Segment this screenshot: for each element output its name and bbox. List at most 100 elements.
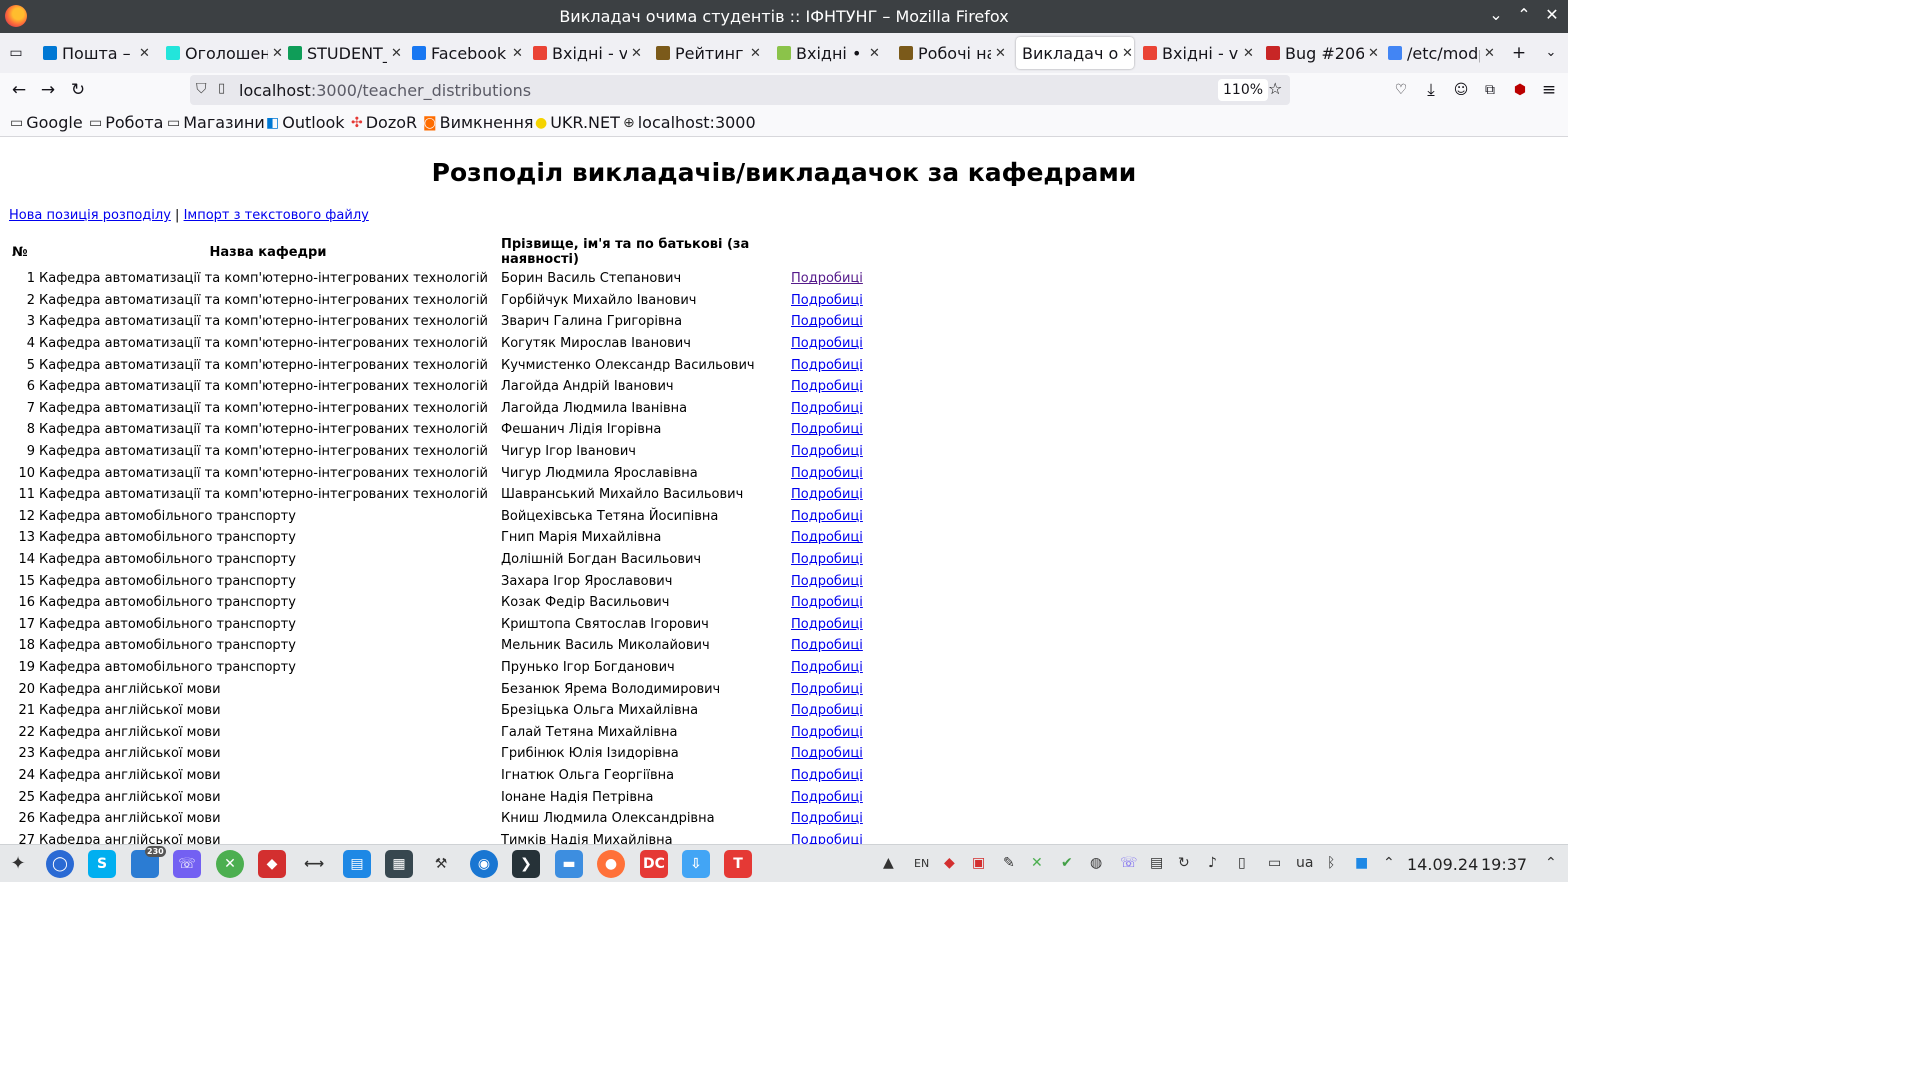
tab-1[interactable]: Пошта – Verkhovyna ✕ [43,37,151,69]
details-link[interactable]: Подробиці [791,703,863,718]
tab-close-icon[interactable]: ✕ [139,46,151,61]
url-text[interactable]: localhost:3000/teacher_distributions [239,81,531,100]
back-icon[interactable]: ← [8,79,30,101]
details-link[interactable]: Подробиці [791,682,863,697]
details-link[interactable]: Подробиці [791,746,863,761]
details-link[interactable]: Подробиці [791,358,863,373]
bookmark-star-icon[interactable]: ☆ [1268,79,1282,98]
pocket-icon[interactable]: ♡ [1390,79,1412,101]
bookmark-item[interactable]: ▭ Магазини [167,113,265,132]
details-link[interactable]: Подробиці [791,444,863,459]
tab-close-icon[interactable]: ✕ [995,46,1007,61]
tab-5[interactable]: Вхідні - vlad ✕ [533,37,643,69]
files-icon[interactable]: ▬ [555,850,583,878]
crossover-icon[interactable]: ✕ [216,850,244,878]
clock-date[interactable]: 14.09.24 [1407,855,1478,874]
bookmark-item[interactable]: ▭ Робота [89,113,163,132]
tab-3[interactable]: STUDENT_Main ✕ [288,37,403,69]
tray-dc-icon[interactable]: ▣ [972,855,985,871]
tray-info-icon[interactable]: ■ [1355,855,1368,871]
tray-network-icon[interactable]: ◍ [1090,855,1102,871]
tab-12[interactable]: /etc/modprobe ✕ [1388,37,1496,69]
tools-icon[interactable]: ⚒ [427,850,455,878]
bookmark-item[interactable]: ● UKR.NET [535,113,620,132]
tab-close-icon[interactable]: ✕ [1484,46,1496,61]
details-link[interactable]: Подробиці [791,466,863,481]
tab-7[interactable]: Вхідні • vlad ✕ [777,37,881,69]
minimize-icon[interactable]: ⌄ [1485,5,1507,24]
tab-close-icon[interactable]: ✕ [631,46,643,61]
new-distribution-link[interactable]: Нова позиція розподілу [9,208,171,223]
tray-display-icon[interactable]: ▭ [1268,855,1281,871]
close-window-icon[interactable]: ✕ [1541,5,1563,24]
teamviewer-icon[interactable]: ⟷ [300,850,328,878]
skype-icon[interactable]: S [88,850,116,878]
show-desktop-icon[interactable]: ⌃ [1545,855,1557,871]
forward-icon[interactable]: → [37,79,59,101]
overview-icon[interactable]: ◯ [46,850,74,878]
tab-close-icon[interactable]: ✕ [1368,46,1380,61]
tray-bluetooth-icon[interactable]: ᛒ [1327,855,1335,871]
details-link[interactable]: Подробиці [791,509,863,524]
tab-close-icon[interactable]: ✕ [391,46,403,61]
store-icon[interactable]: ▤ [343,850,371,878]
details-link[interactable]: Подробиці [791,271,863,286]
bookmark-item[interactable]: ◧ Outlook [266,113,345,132]
tracking-shield-icon[interactable]: ⛉ [196,81,207,97]
details-link[interactable]: Подробиці [791,595,863,610]
system-monitor-icon[interactable]: ▦ [385,850,413,878]
chromium-icon[interactable]: ◉ [470,850,498,878]
tab-6[interactable]: Рейтинг НПП ✕ [656,37,762,69]
terminal-icon[interactable]: ❯ [512,850,540,878]
tab-4[interactable]: Facebook ✕ [412,37,524,69]
tab-list-icon[interactable]: ▭ [5,42,27,64]
bookmark-item[interactable]: ◙ Вимкнення [423,113,534,132]
page-info-icon[interactable]: ▯ [218,81,225,96]
tray-expand-icon[interactable]: ⌃ [1383,855,1395,871]
details-link[interactable]: Подробиці [791,379,863,394]
tab-close-icon[interactable]: ✕ [750,46,762,61]
tray-lang[interactable]: EN [914,857,929,870]
firefox-taskbar-icon[interactable]: ● [597,850,625,878]
tab-close-icon[interactable]: ✕ [272,46,284,61]
maximize-icon[interactable]: ⌃ [1513,5,1535,24]
tab-2[interactable]: Оголошення ✕ [166,37,284,69]
tab-11[interactable]: Bug #2063 ✕ [1266,37,1380,69]
details-link[interactable]: Подробиці [791,617,863,632]
viber-icon[interactable]: ☏ [173,850,201,878]
details-link[interactable]: Подробиці [791,660,863,675]
new-tab-icon[interactable]: + [1508,42,1530,64]
telegram-icon[interactable]: 230 [131,846,166,878]
bookmark-item[interactable]: ▭ Google [10,113,83,132]
mail-client-icon[interactable]: T [724,850,752,878]
menu-icon[interactable]: ≡ [1538,79,1560,101]
tab-8[interactable]: Робочі нав ✕ [899,37,1007,69]
tab-close-icon[interactable]: ✕ [869,46,881,61]
details-link[interactable]: Подробиці [791,530,863,545]
tab-close-icon[interactable]: ✕ [1243,46,1255,61]
tray-update-icon[interactable]: ↻ [1178,855,1190,871]
tab-9[interactable]: Викладач очима ✕ [1016,37,1134,69]
details-link[interactable]: Подробиці [791,638,863,653]
details-link[interactable]: Подробиці [791,768,863,783]
details-link[interactable]: Подробиці [791,790,863,805]
tray-clip-icon[interactable]: ✎ [1003,855,1015,871]
tray-anydesk-icon[interactable]: ◆ [944,855,955,871]
import-file-link[interactable]: Імпорт з текстового файлу [184,208,369,223]
details-link[interactable]: Подробиці [791,725,863,740]
app-launcher-icon[interactable]: ✦ [4,850,32,878]
list-all-tabs-icon[interactable]: ⌄ [1540,42,1562,64]
tab-10[interactable]: Вхідні - vlad ✕ [1143,37,1255,69]
account-icon[interactable]: ☺ [1450,79,1472,101]
tab-close-icon[interactable]: ✕ [1122,46,1134,61]
downloads-icon[interactable]: ⤓ [1420,79,1442,101]
details-link[interactable]: Подробиці [791,401,863,416]
anydesk-icon[interactable]: ◆ [258,850,286,878]
tray-check-icon[interactable]: ✔ [1061,855,1073,871]
tray-hat-icon[interactable]: ▲ [883,855,894,871]
tray-volume-icon[interactable]: ♪ [1208,855,1217,871]
tray-phone-icon[interactable]: ▯ [1238,855,1246,871]
details-link[interactable]: Подробиці [791,552,863,567]
doublecmd-icon[interactable]: DC [640,850,668,878]
details-link[interactable]: Подробиці [791,422,863,437]
